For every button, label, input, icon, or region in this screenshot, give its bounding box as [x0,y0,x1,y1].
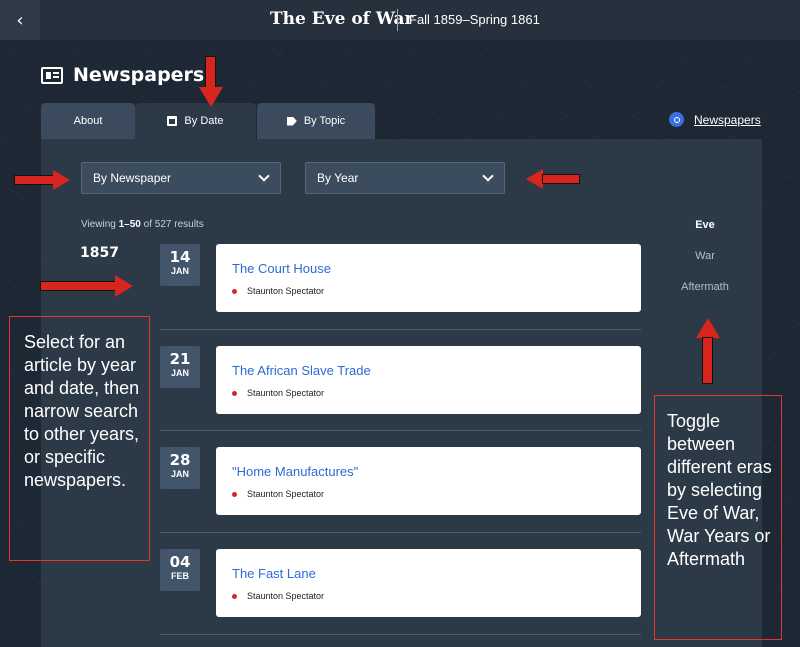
title-divider [397,9,398,31]
search-newspapers-link[interactable]: Newspapers [669,112,761,127]
article-title[interactable]: "Home Manufactures" [232,464,358,479]
search-icon [669,112,684,127]
dot-icon [232,593,237,599]
article-source: Staunton Spectator [232,591,324,601]
dot-icon [232,491,237,497]
top-bar: ‹ The Eve of War Fall 1859–Spring 1861 [0,0,800,40]
chevron-left-icon: ‹ [16,9,24,31]
year-heading: 1857 [80,245,119,261]
annotation-callout-right: Toggle between different eras by selecti… [654,395,782,640]
dot-icon [232,390,237,396]
site-subtitle: Fall 1859–Spring 1861 [409,12,540,27]
article-card[interactable]: "Home Manufactures" Staunton Spectator [216,447,641,515]
year-select[interactable]: By Year [305,162,505,194]
row-divider [160,329,641,330]
tab-about[interactable]: About [41,103,135,139]
date-badge: 28 JAN [160,447,200,489]
tab-by-topic[interactable]: By Topic [257,103,375,139]
annotation-arrow-right [14,170,70,190]
tab-about-label: About [73,115,103,127]
tab-by-date-label: By Date [184,115,224,127]
annotation-arrow-left [526,169,580,189]
dot-icon [232,288,237,294]
chevron-down-icon [258,170,270,182]
calendar-icon [167,116,178,126]
article-title[interactable]: The Fast Lane [232,566,316,581]
tab-by-topic-label: By Topic [303,115,346,127]
annotation-arrow-down [199,56,223,108]
date-badge: 21 JAN [160,346,200,388]
annotation-callout-left: Select for an article by year and date, … [9,316,150,561]
page-title: Newspapers [73,64,205,86]
row-divider [160,634,641,635]
era-aftermath[interactable]: Aftermath [670,281,740,293]
row-divider [160,532,641,533]
article-card[interactable]: The African Slave Trade Staunton Spectat… [216,346,641,414]
date-badge: 04 FEB [160,549,200,591]
article-card[interactable]: The Fast Lane Staunton Spectator [216,549,641,617]
tab-by-date[interactable]: By Date [135,103,256,139]
date-badge: 14 JAN [160,244,200,286]
era-eve[interactable]: Eve [670,219,740,231]
results-count: Viewing 1–50 of 527 results [81,219,204,230]
newspaper-select[interactable]: By Newspaper [81,162,281,194]
row-divider [160,430,641,431]
site-title[interactable]: The Eve of War [270,9,413,29]
article-card[interactable]: The Court House Staunton Spectator [216,244,641,312]
back-button[interactable]: ‹ [0,0,40,40]
chevron-down-icon [482,170,494,182]
annotation-arrow-right [40,275,133,297]
newspaper-icon [41,66,63,84]
article-source: Staunton Spectator [232,286,324,296]
search-newspapers-label[interactable]: Newspapers [694,113,761,127]
tag-icon [286,116,297,126]
article-source: Staunton Spectator [232,489,324,499]
era-war[interactable]: War [670,250,740,262]
page-heading: Newspapers [41,64,204,86]
year-select-value: By Year [317,171,359,185]
annotation-arrow-up [696,318,720,384]
article-title[interactable]: The African Slave Trade [232,363,371,378]
newspaper-select-value: By Newspaper [93,171,172,185]
article-source: Staunton Spectator [232,388,324,398]
article-title[interactable]: The Court House [232,261,331,276]
